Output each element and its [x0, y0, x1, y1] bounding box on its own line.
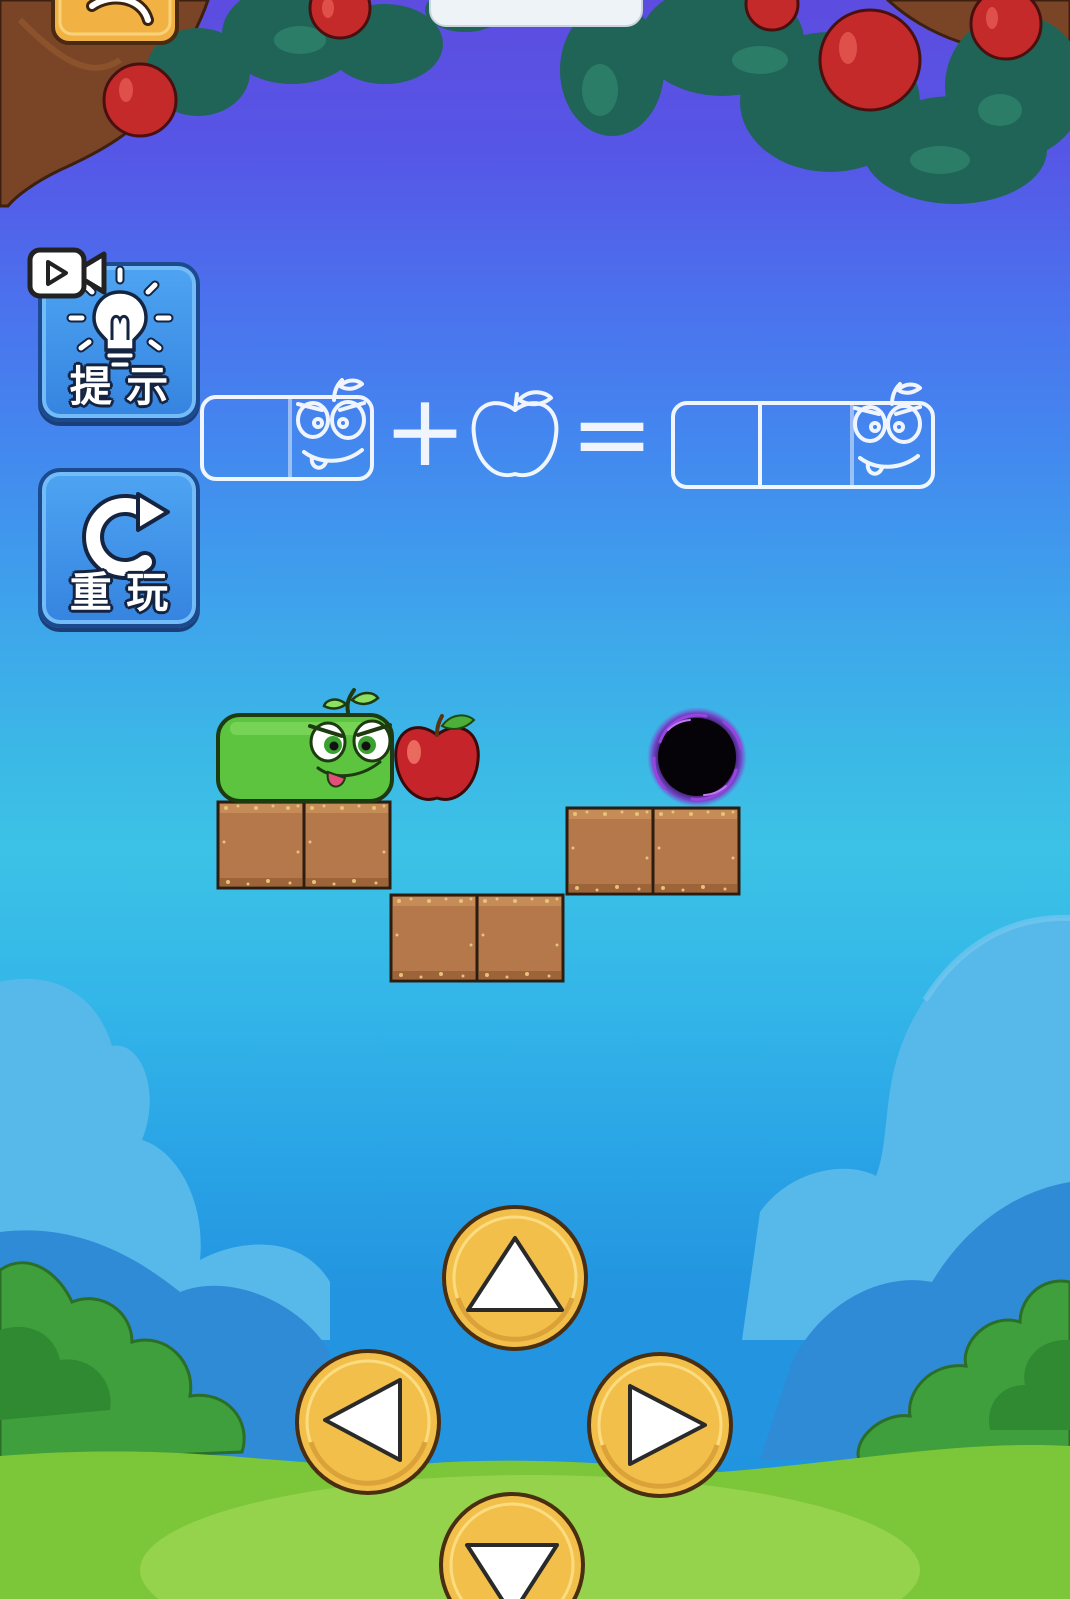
down-button[interactable] [437, 1490, 587, 1599]
black-hole [647, 707, 747, 807]
ground-block [475, 893, 565, 983]
replay-label: 重 玩 [69, 568, 169, 617]
tree-apple [818, 8, 922, 112]
apple [394, 714, 480, 801]
equation-snake-short [200, 378, 374, 481]
right-button[interactable] [585, 1350, 735, 1500]
back-button[interactable] [50, 0, 180, 46]
left-button[interactable] [293, 1347, 443, 1497]
level-title-pill [429, 0, 643, 27]
tree-apple [102, 62, 178, 138]
ground-block [651, 806, 741, 896]
equation-hint: + = [200, 372, 935, 492]
equation-snake-long [671, 382, 935, 489]
ground-block [389, 893, 479, 983]
equation-plus: + [383, 372, 467, 489]
game-board [216, 688, 747, 983]
replay-button[interactable]: 重 玩 [38, 468, 200, 628]
ground-block [302, 800, 392, 890]
ground-block [216, 800, 306, 890]
hint-label: 提 示 [69, 362, 169, 411]
snake [216, 688, 394, 803]
up-button[interactable] [440, 1203, 590, 1353]
game-screen: 提 示 重 玩 + = [0, 0, 1070, 1599]
tree-apple [969, 0, 1043, 61]
equation-apple [471, 390, 559, 478]
ground-block [565, 806, 655, 896]
video-ad-icon [27, 247, 107, 299]
equation-equals: = [570, 375, 654, 492]
